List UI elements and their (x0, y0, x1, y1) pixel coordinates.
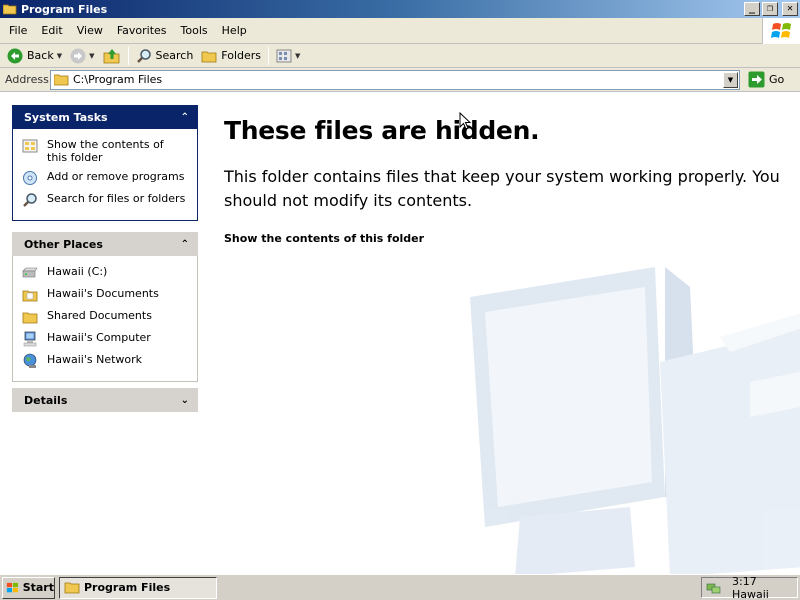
title-bar[interactable]: Program Files _ ❐ ✕ (0, 0, 800, 18)
place-shared-documents[interactable]: Shared Documents (21, 309, 197, 325)
folders-label: Folders (221, 49, 262, 62)
address-dropdown-icon[interactable]: ▼ (723, 71, 738, 88)
back-label: Back (27, 49, 54, 62)
network-tray-icon[interactable] (706, 581, 722, 595)
hidden-files-message: This folder contains files that keep you… (224, 167, 780, 210)
other-places-title: Other Places (24, 237, 103, 251)
menu-bar: File Edit View Favorites Tools Help (0, 18, 800, 44)
folder-icon (54, 74, 69, 85)
menu-view[interactable]: View (70, 24, 110, 37)
folder-content-area: System Tasks ⌃ Show the contents of this… (0, 92, 800, 574)
task-label: Add or remove programs (47, 170, 185, 183)
back-dropdown-icon[interactable]: ▼ (57, 52, 62, 60)
place-hawaii-network[interactable]: Hawaii's Network (21, 353, 197, 369)
start-label: Start (22, 581, 54, 594)
address-label: Address (5, 73, 49, 86)
folders-button[interactable]: Folders (197, 46, 265, 66)
menu-help[interactable]: Help (215, 24, 254, 37)
place-hawaii-drive[interactable]: Hawaii (C:) (21, 265, 197, 281)
back-arrow-icon (7, 48, 23, 63)
taskbar-program-files[interactable]: Program Files (59, 576, 217, 599)
windows-logo-icon (6, 582, 18, 592)
toolbar-separator (268, 46, 270, 65)
other-places-panel: Other Places ⌃ Hawaii (C:) Hawaii's Docu… (12, 232, 198, 382)
restore-button[interactable]: ❐ (762, 2, 778, 16)
toolbar-separator (127, 46, 129, 65)
menu-favorites[interactable]: Favorites (110, 24, 174, 37)
other-places-header[interactable]: Other Places ⌃ (12, 232, 198, 256)
up-folder-button[interactable] (99, 46, 125, 66)
go-label: Go (769, 73, 785, 86)
hard-drive-icon (22, 267, 38, 278)
expand-chevron-icon[interactable]: ⌄ (181, 395, 189, 406)
minimize-button[interactable]: _ (744, 2, 760, 16)
mouse-cursor-icon (459, 112, 472, 130)
add-remove-programs-icon (23, 171, 37, 185)
views-button[interactable]: ▼ (272, 46, 304, 66)
system-tasks-header[interactable]: System Tasks ⌃ (12, 105, 198, 129)
close-button[interactable]: ✕ (782, 2, 798, 16)
my-computer-icon (23, 331, 37, 347)
place-label: Hawaii (C:) (47, 265, 108, 278)
computer-watermark-icon (470, 267, 800, 574)
search-button[interactable]: Search (132, 46, 198, 66)
search-label: Search (155, 49, 194, 62)
system-tasks-title: System Tasks (24, 110, 108, 124)
collapse-chevron-icon[interactable]: ⌃ (181, 112, 189, 123)
details-panel: Details ⌄ (12, 388, 198, 412)
place-hawaii-computer[interactable]: Hawaii's Computer (21, 331, 197, 347)
folder-icon (64, 582, 80, 594)
task-label: Search for files or folders (47, 192, 186, 205)
views-icon (276, 49, 292, 62)
menu-edit[interactable]: Edit (34, 24, 69, 37)
place-label: Hawaii's Network (47, 353, 143, 366)
show-contents-icon (22, 139, 38, 153)
collapse-chevron-icon[interactable]: ⌃ (181, 239, 189, 250)
search-icon (23, 193, 37, 207)
system-tasks-panel: System Tasks ⌃ Show the contents of this… (12, 105, 198, 221)
address-input[interactable]: C:\Program Files ▼ (50, 69, 740, 90)
folders-icon (201, 51, 217, 62)
system-tray: 3:17 Hawaii (701, 575, 798, 600)
folder-icon (3, 4, 17, 14)
place-label: Shared Documents (47, 309, 152, 322)
go-button[interactable]: Go (748, 71, 784, 88)
place-label: Hawaii's Computer (47, 331, 151, 344)
windows-logo-icon (762, 18, 800, 44)
clock[interactable]: 3:17 Hawaii (732, 575, 797, 600)
details-title: Details (24, 393, 68, 407)
start-button[interactable]: Start (2, 576, 55, 599)
taskbar-task-label: Program Files (84, 581, 171, 594)
documents-folder-icon (22, 290, 38, 302)
task-label: Show the contents of this folder (47, 138, 164, 164)
window-title: Program Files (21, 2, 108, 16)
task-add-remove-programs[interactable]: Add or remove programs (21, 170, 197, 186)
forward-button[interactable]: ▼ (66, 46, 98, 66)
up-folder-icon (103, 48, 119, 63)
go-arrow-icon (748, 71, 765, 88)
menu-tools[interactable]: Tools (174, 24, 215, 37)
menu-file[interactable]: File (2, 24, 34, 37)
task-show-contents[interactable]: Show the contents of this folder (21, 138, 197, 164)
hidden-files-heading: These files are hidden. (224, 116, 540, 145)
details-header[interactable]: Details ⌄ (12, 388, 198, 412)
task-search-files[interactable]: Search for files or folders (21, 192, 197, 208)
back-button[interactable]: Back ▼ (3, 46, 66, 66)
taskbar: Start Program Files 3:17 Hawaii (0, 574, 800, 600)
address-bar: Address C:\Program Files ▼ Go (0, 68, 800, 92)
toolbar: Back ▼ ▼ Search Folders ▼ (0, 44, 800, 68)
views-dropdown-icon[interactable]: ▼ (295, 52, 300, 60)
address-value: C:\Program Files (73, 73, 163, 86)
forward-arrow-icon (70, 48, 86, 63)
search-icon (136, 48, 151, 63)
place-hawaii-documents[interactable]: Hawaii's Documents (21, 287, 197, 303)
forward-dropdown-icon[interactable]: ▼ (89, 52, 94, 60)
show-contents-link[interactable]: Show the contents of this folder (224, 232, 424, 245)
network-globe-icon (23, 353, 37, 368)
place-label: Hawaii's Documents (47, 287, 159, 300)
shared-folder-icon (22, 312, 38, 324)
